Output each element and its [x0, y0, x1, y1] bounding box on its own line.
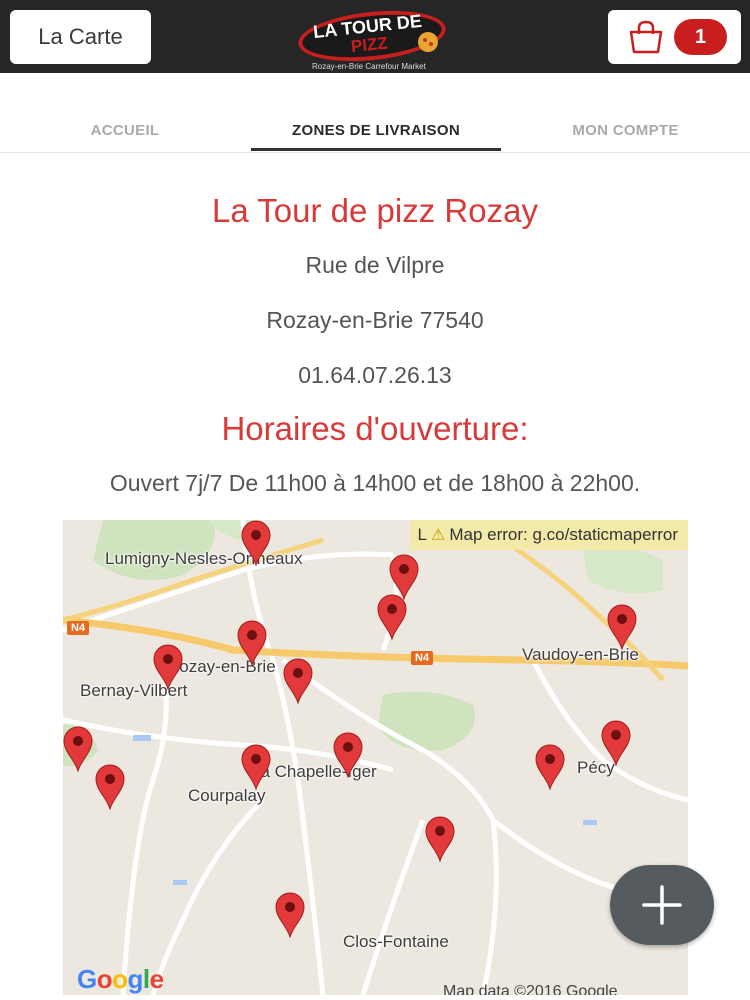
map-pin-marker-icon[interactable] [95, 764, 125, 810]
hours-title: Horaires d'ouverture: [221, 410, 529, 447]
logo-pizza-icon [418, 32, 438, 52]
tab-zones-de-livraison[interactable]: ZONES DE LIVRAISON [251, 108, 501, 153]
menu-button[interactable]: La Carte [10, 10, 151, 64]
restaurant-logo[interactable]: LA TOUR DE PIZZ Rozay-en-Brie Carrefour … [292, 2, 462, 72]
shopping-bag-icon [629, 20, 663, 54]
map-pin-marker-icon[interactable] [283, 658, 313, 704]
map-error-text: Map error: g.co/staticmaperror [449, 525, 678, 544]
map-pin-marker-icon[interactable] [237, 620, 267, 666]
top-bar: La Carte LA TOUR DE PIZZ Rozay-en-Brie C… [0, 0, 750, 73]
map-error-banner: L ⚠ Map error: g.co/staticmaperror [409, 520, 688, 550]
map-pin-marker-icon[interactable] [377, 594, 407, 640]
active-tab-indicator [251, 148, 501, 151]
road-label-n4-east: N4 [411, 651, 434, 665]
tab-bar: ACCUEIL ZONES DE LIVRAISON MON COMPTE [0, 108, 750, 153]
cart-button[interactable]: 1 [608, 10, 741, 64]
warning-icon: ⚠ [431, 527, 446, 544]
shop-name: La Tour de pizz Rozay [212, 192, 538, 229]
menu-button-label: La Carte [38, 24, 123, 49]
map-error-prefix: L [417, 525, 428, 544]
google-logo: Google [77, 964, 164, 994]
shop-phone[interactable]: 01.64.07.26.13 [0, 362, 750, 389]
delivery-zone-map[interactable]: N4 N4 L ⚠ Map error: g.co/staticmaperror… [63, 520, 688, 995]
hours-text: Ouvert 7j/7 De 11h00 à 14h00 et de 18h00… [109, 470, 641, 496]
add-fab-button[interactable] [610, 865, 714, 945]
place-label-clos-fontaine: Clos-Fontaine [343, 932, 449, 951]
map-credit: Map data ©2016 Google [443, 983, 618, 995]
map-pin-marker-icon[interactable] [425, 816, 455, 862]
shop-city: Rozay-en-Brie 77540 [266, 307, 484, 333]
map-pin-marker-icon[interactable] [275, 892, 305, 938]
map-pin-marker-icon[interactable] [601, 720, 631, 766]
logo-graphic: LA TOUR DE PIZZ Rozay-en-Brie Carrefour … [298, 11, 446, 71]
road-label-n4-west: N4 [67, 621, 90, 635]
place-label-lumigny: Lumigny-Nesles-Ormeaux [105, 549, 303, 568]
map-pin-marker-icon[interactable] [153, 644, 183, 690]
map-pin-marker-icon[interactable] [333, 732, 363, 778]
cart-count-badge: 1 [674, 19, 727, 55]
tab-accueil[interactable]: ACCUEIL [0, 108, 250, 153]
logo-tagline: Rozay-en-Brie Carrefour Market [312, 62, 427, 71]
tab-mon-compte[interactable]: MON COMPTE [501, 108, 750, 153]
map-pin-marker-icon[interactable] [63, 726, 93, 772]
plus-icon [642, 885, 682, 925]
map-pin-marker-icon[interactable] [241, 744, 271, 790]
map-pin-marker-icon[interactable] [241, 520, 271, 566]
map-pin-marker-icon[interactable] [607, 604, 637, 650]
map-pin-marker-icon[interactable] [535, 744, 565, 790]
logo-text-bottom: PIZZ [350, 33, 389, 56]
shop-street: Rue de Vilpre [305, 252, 445, 278]
